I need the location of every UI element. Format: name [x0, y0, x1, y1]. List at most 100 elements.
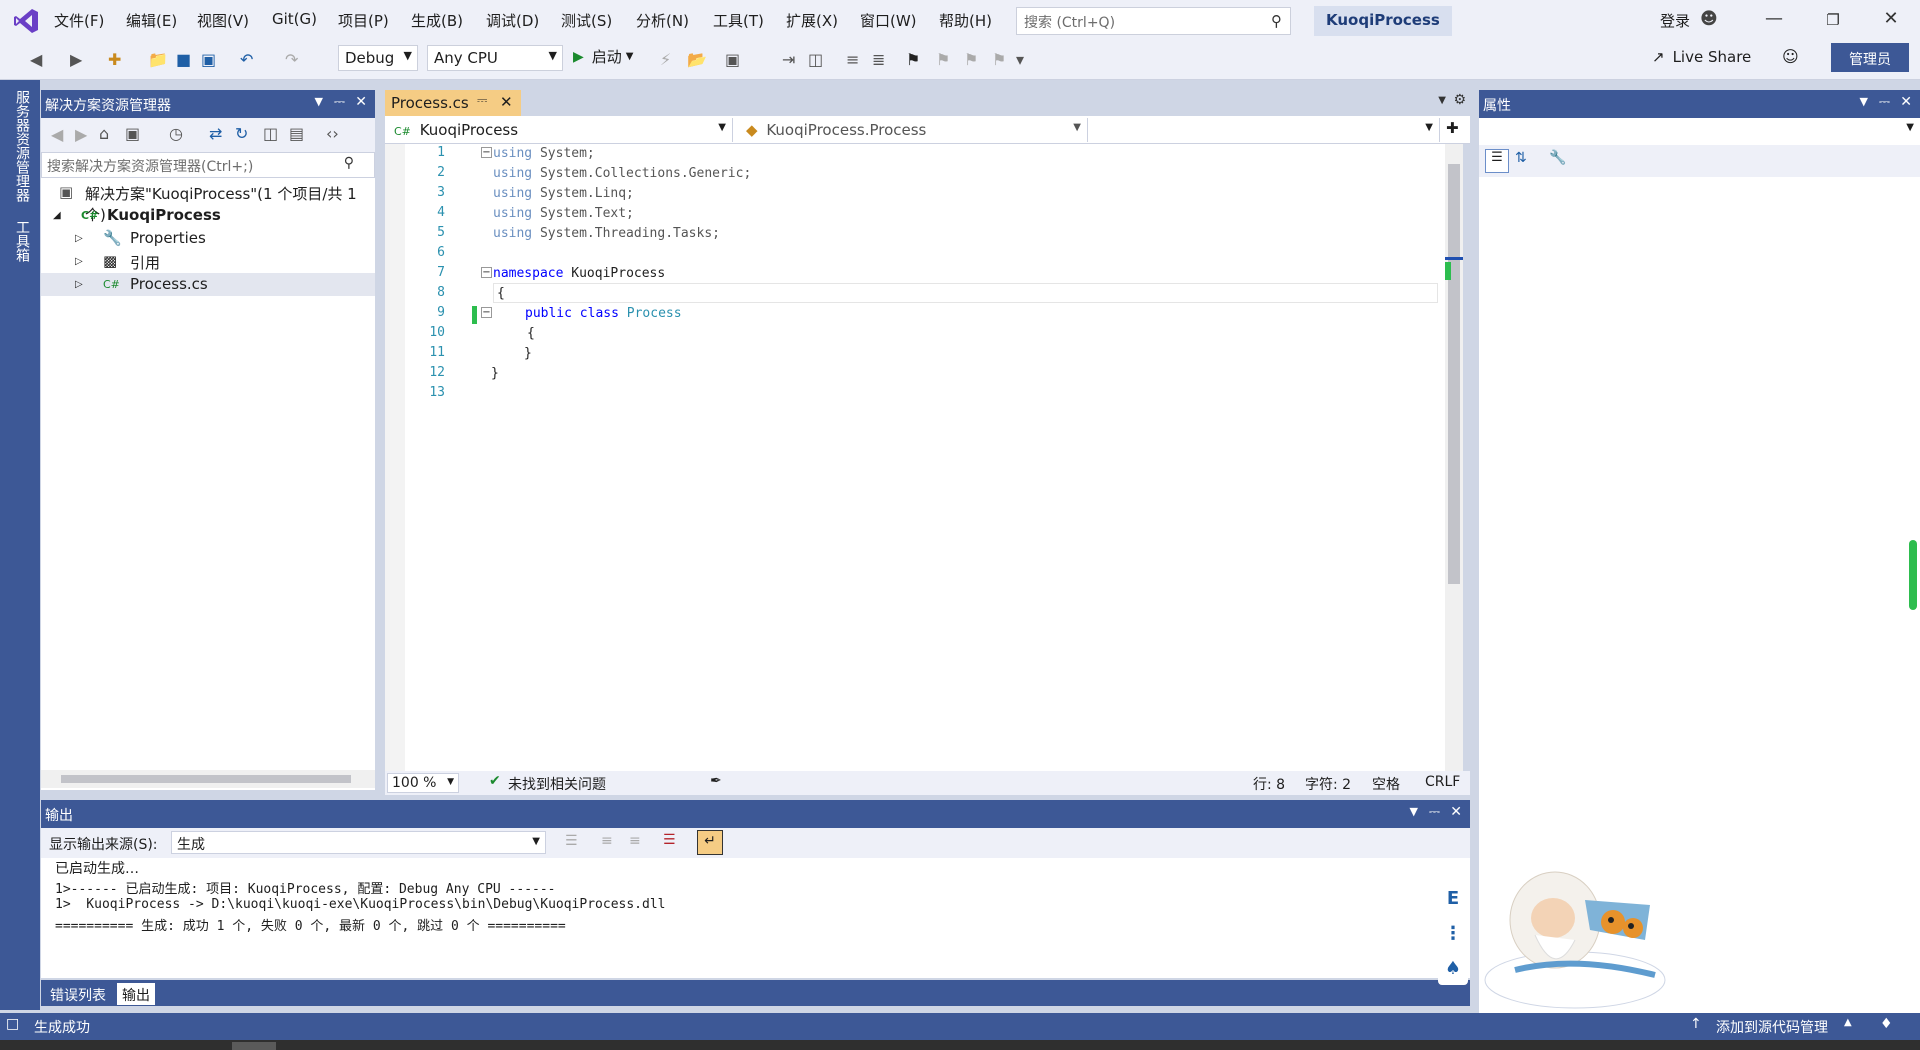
outdent-icon[interactable]: ≣ — [872, 50, 885, 69]
goto-location-icon[interactable]: ☰ — [565, 833, 578, 849]
back-icon[interactable]: ◀ — [30, 50, 42, 69]
step-icon[interactable]: ⇥ — [782, 50, 795, 69]
restore-button[interactable]: ❐ — [1813, 11, 1853, 29]
notification-bell-icon[interactable]: ♦ — [1880, 1016, 1893, 1032]
login-link[interactable]: 登录 — [1660, 10, 1690, 31]
minimize-button[interactable]: — — [1754, 8, 1794, 29]
menu-analyze[interactable]: 分析(N) — [636, 10, 689, 31]
tree-process-row[interactable]: ▷ C# Process.cs — [41, 273, 375, 296]
expand-right-icon[interactable]: ▷ — [75, 279, 83, 290]
platform-select[interactable]: Any CPU ▼ — [427, 45, 563, 71]
floating-shirt-icon[interactable]: ♠ — [1438, 955, 1468, 985]
chevron-down-icon[interactable]: ▼ — [1906, 122, 1914, 133]
collapse-icon[interactable]: − — [481, 267, 492, 278]
user-add-icon[interactable]: ☻ — [1700, 9, 1718, 29]
menu-debug[interactable]: 调试(D) — [486, 10, 539, 31]
tab-process-cs[interactable]: Process.cs ⎓ ✕ — [385, 90, 521, 116]
menu-tools[interactable]: 工具(T) — [713, 10, 764, 31]
tree-references-row[interactable]: ▷ ▩ 引用 — [41, 250, 375, 273]
floating-e-icon[interactable]: E — [1438, 885, 1468, 915]
screenshot-icon[interactable]: ▣ — [725, 50, 740, 69]
editor-vscroll[interactable] — [1445, 144, 1463, 771]
clear-bookmark-icon[interactable]: ⚑ — [992, 50, 1006, 69]
chevron-down-icon[interactable]: ▼ — [1438, 95, 1446, 106]
next-message-icon[interactable]: ≡ — [629, 833, 641, 849]
menu-extensions[interactable]: 扩展(X) — [786, 10, 838, 31]
switch-view-icon[interactable]: ▣ — [125, 124, 140, 143]
menu-test[interactable]: 测试(S) — [561, 10, 612, 31]
back-icon[interactable]: ◀ — [51, 125, 63, 144]
forward-icon[interactable]: ▶ — [75, 125, 87, 144]
menu-build[interactable]: 生成(B) — [411, 10, 463, 31]
toolbox-tab[interactable]: 工具箱 — [12, 220, 32, 262]
search-input[interactable]: 搜索 (Ctrl+Q) ⚲ — [1016, 7, 1291, 35]
solution-search-input[interactable]: 搜索解决方案资源管理器(Ctrl+;) ⚲ — [41, 152, 375, 178]
chevron-up-icon[interactable]: ▲ — [1844, 1017, 1852, 1028]
categorized-icon[interactable]: ☰ — [1485, 149, 1509, 173]
undo-icon[interactable]: ↶ — [240, 50, 253, 69]
zoom-select[interactable]: 100 % ▼ — [387, 773, 459, 793]
hot-reload-icon[interactable]: ⚡ — [660, 50, 671, 69]
menu-help[interactable]: 帮助(H) — [939, 10, 992, 31]
bookmark-icon[interactable]: ⚑ — [906, 50, 920, 69]
indent-icon[interactable]: ≡ — [846, 50, 859, 69]
config-select[interactable]: Debug ▼ — [338, 45, 418, 71]
refresh-icon[interactable]: ↻ — [235, 124, 248, 143]
chevron-down-icon[interactable]: ▼ — [315, 95, 323, 108]
gear-icon[interactable]: ⚙ — [1453, 92, 1466, 108]
line-indicator[interactable]: 行: 8 — [1253, 774, 1285, 794]
sync-icon[interactable]: ⇄ — [209, 124, 222, 143]
start-button[interactable]: ▶ 启动 ▼ — [573, 46, 634, 67]
collapse-all-icon[interactable]: ◫ — [263, 124, 278, 143]
tree-solution-row[interactable]: ▣ 解决方案"KuoqiProcess"(1 个项目/共 1 个) — [41, 181, 375, 224]
menu-edit[interactable]: 编辑(E) — [126, 10, 177, 31]
server-explorer-tab[interactable]: 服务器资源管理器 — [12, 90, 32, 202]
scroll-thumb[interactable] — [61, 775, 351, 783]
solution-hscroll[interactable] — [41, 770, 375, 788]
menu-git[interactable]: Git(G) — [272, 10, 317, 28]
scroll-thumb[interactable] — [1448, 164, 1460, 584]
close-icon[interactable]: ✕ — [1450, 804, 1462, 820]
close-icon[interactable]: ✕ — [1900, 94, 1912, 110]
save-all-icon[interactable]: ▣ — [201, 50, 216, 69]
issues-label[interactable]: 未找到相关问题 — [508, 774, 606, 794]
floating-dots-icon[interactable]: ⋮ — [1438, 920, 1468, 950]
taskbar-item[interactable] — [232, 1042, 276, 1050]
brush-icon[interactable]: ✒ — [710, 773, 722, 789]
tree-properties-row[interactable]: ▷ 🔧 Properties — [41, 227, 375, 250]
tree-project-row[interactable]: ◢ C# KuoqiProcess — [41, 204, 375, 227]
expand-right-icon[interactable]: ▷ — [75, 233, 83, 244]
pin-icon[interactable]: ⎓ — [1879, 94, 1890, 110]
eol-indicator[interactable]: CRLF — [1425, 774, 1460, 790]
home-icon[interactable]: ⌂ — [99, 124, 109, 143]
expand-right-icon[interactable]: ▷ — [75, 256, 83, 267]
code-view-icon[interactable]: ‹› — [326, 124, 339, 143]
source-control-button[interactable]: 添加到源代码管理 — [1716, 1017, 1828, 1037]
next-bookmark-icon[interactable]: ⚑ — [964, 50, 978, 69]
new-project-icon[interactable]: ✚ — [108, 50, 121, 69]
collapse-icon[interactable]: − — [481, 307, 492, 318]
split-icon[interactable]: ◫ — [808, 50, 823, 69]
menu-project[interactable]: 项目(P) — [338, 10, 389, 31]
output-source-select[interactable]: 生成 ▼ — [171, 831, 546, 854]
prev-message-icon[interactable]: ≡ — [601, 833, 613, 849]
pin-icon[interactable]: ⎓ — [1429, 804, 1440, 820]
open-folder-icon[interactable]: 📁 — [148, 50, 168, 69]
prev-bookmark-icon[interactable]: ⚑ — [936, 50, 950, 69]
expand-down-icon[interactable]: ◢ — [53, 210, 61, 221]
alphabetical-icon[interactable]: ⇅ — [1515, 150, 1527, 166]
forward-icon[interactable]: ▶ — [70, 50, 82, 69]
show-all-files-icon[interactable]: ▤ — [289, 124, 304, 143]
pin-icon[interactable]: ⎓ — [334, 94, 345, 110]
wrench-icon[interactable]: 🔧 — [1549, 150, 1566, 166]
feedback-icon[interactable]: ☺ — [1782, 47, 1799, 66]
nav-project-select[interactable]: C# KuoqiProcess ▼ — [388, 118, 733, 142]
browse-folder-icon[interactable]: 📂 — [687, 50, 707, 69]
side-handle[interactable] — [1909, 540, 1917, 610]
word-wrap-icon[interactable]: ↵ — [697, 830, 723, 855]
clear-all-icon[interactable]: ☰ — [663, 832, 676, 848]
menu-window[interactable]: 窗口(W) — [860, 10, 917, 31]
visual-studio-logo-icon[interactable] — [12, 7, 40, 35]
menu-file[interactable]: 文件(F) — [54, 10, 104, 31]
menu-view[interactable]: 视图(V) — [197, 10, 249, 31]
